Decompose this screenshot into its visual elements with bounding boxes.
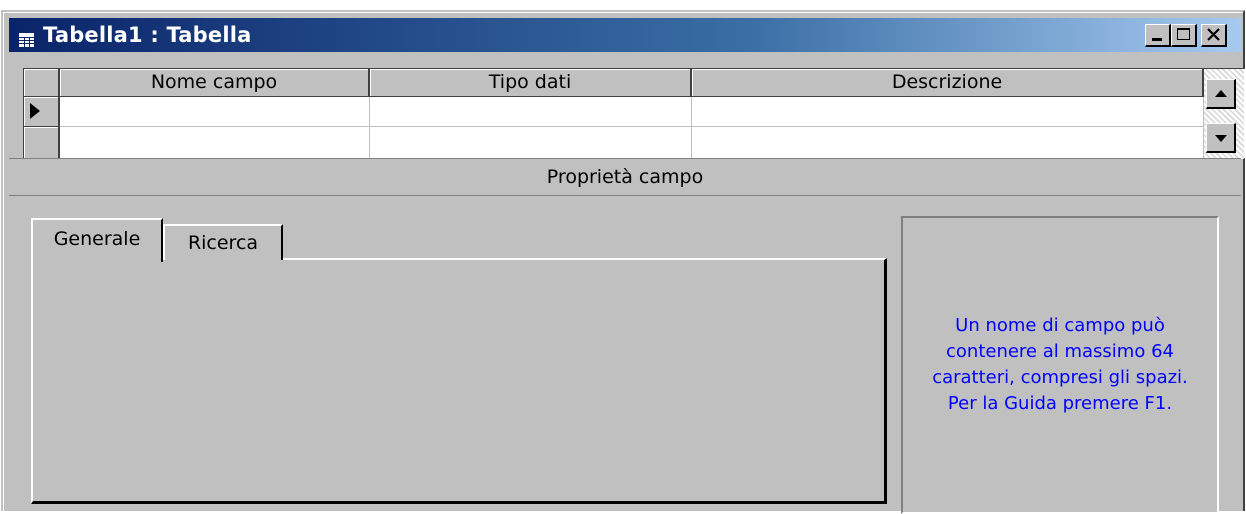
close-button[interactable] xyxy=(1201,24,1227,47)
tab-generale[interactable]: Generale xyxy=(31,218,163,262)
help-text: Un nome di campo può contenere al massim… xyxy=(903,313,1217,417)
cell-descrizione[interactable] xyxy=(692,97,1204,127)
field-grid: Nome campo Tipo dati Descrizione xyxy=(23,68,1245,159)
cell-tipo-dati[interactable] xyxy=(370,127,692,159)
cell-nome-campo[interactable] xyxy=(60,127,370,159)
tab-ricerca[interactable]: Ricerca xyxy=(163,224,283,260)
cell-descrizione[interactable] xyxy=(692,127,1204,159)
table-icon xyxy=(19,28,34,47)
help-line: caratteri, compresi gli spazi. xyxy=(932,367,1188,388)
help-line: Un nome di campo può xyxy=(955,315,1165,336)
maximize-button[interactable] xyxy=(1171,24,1197,47)
help-line: Per la Guida premere F1. xyxy=(947,393,1173,414)
row-selector[interactable] xyxy=(24,127,60,159)
column-header-tipo-dati[interactable]: Tipo dati xyxy=(370,69,692,97)
cell-nome-campo[interactable] xyxy=(60,97,370,127)
minimize-button[interactable] xyxy=(1145,24,1171,47)
grid-corner[interactable] xyxy=(24,69,60,97)
column-header-descrizione[interactable]: Descrizione xyxy=(692,69,1204,97)
scroll-down-button[interactable] xyxy=(1206,123,1236,153)
row-selector[interactable] xyxy=(24,97,60,127)
window-title: Tabella1 : Tabella xyxy=(43,23,252,47)
cell-tipo-dati[interactable] xyxy=(370,97,692,127)
scroll-up-button[interactable] xyxy=(1206,79,1236,109)
row-selector-column xyxy=(24,69,60,159)
title-bar[interactable]: Tabella1 : Tabella xyxy=(9,18,1241,52)
table-design-window: Tabella1 : Tabella Nome campo Tipo dati … xyxy=(1,10,1245,514)
tab-panel-generale xyxy=(31,258,887,504)
field-properties-header: Proprietà campo xyxy=(9,158,1241,196)
column-header-nome-campo[interactable]: Nome campo xyxy=(60,69,370,97)
vertical-scrollbar[interactable] xyxy=(1204,69,1244,159)
help-line: contenere al massimo 64 xyxy=(946,341,1174,362)
help-box: Un nome di campo può contenere al massim… xyxy=(901,216,1219,514)
